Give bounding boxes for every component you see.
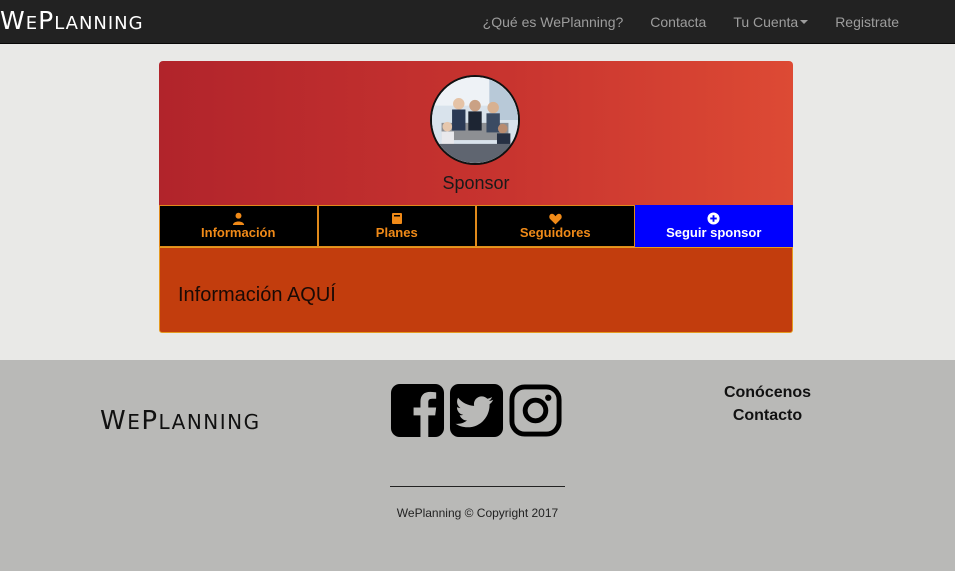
profile-tabs: Información Planes Seguidores Seguir spo… bbox=[159, 205, 793, 247]
twitter-icon[interactable] bbox=[449, 383, 504, 438]
user-icon bbox=[232, 212, 245, 225]
tab-label: Seguidores bbox=[519, 225, 591, 240]
nav-link-label: Tu Cuenta bbox=[733, 14, 799, 30]
tab-planes[interactable]: Planes bbox=[317, 205, 476, 247]
nav-link-label: ¿Qué es WePlanning? bbox=[482, 14, 624, 30]
tab-label: Información bbox=[201, 225, 276, 240]
copyright-text: WePlanning © Copyright 2017 bbox=[396, 506, 559, 520]
footer-brand-logo[interactable]: WEPLANNING bbox=[100, 406, 261, 437]
facebook-icon[interactable] bbox=[390, 383, 445, 438]
brand-letter: LANNING bbox=[54, 13, 144, 34]
book-icon bbox=[391, 212, 403, 225]
nav-links: ¿Qué es WePlanning? Contacta Tu Cuenta R… bbox=[456, 0, 899, 44]
brand-letter: P bbox=[141, 406, 159, 436]
footer-link-contacto[interactable]: Contacto bbox=[690, 404, 845, 427]
tab-label: Planes bbox=[375, 225, 418, 240]
top-navbar: WEPLANNING ¿Qué es WePlanning? Contacta … bbox=[0, 0, 955, 44]
follow-sponsor-button[interactable]: Seguir sponsor bbox=[634, 205, 793, 247]
profile-header: Sponsor bbox=[159, 61, 793, 205]
social-links bbox=[390, 383, 563, 438]
business-meeting-photo bbox=[432, 77, 518, 163]
tab-seguidores[interactable]: Seguidores bbox=[476, 205, 635, 247]
brand-letter: W bbox=[0, 6, 26, 35]
footer-links: Conócenos Contacto bbox=[690, 381, 845, 427]
nav-link-contacta[interactable]: Contacta bbox=[650, 14, 706, 30]
brand-letter: E bbox=[25, 13, 39, 34]
brand-letter: P bbox=[38, 6, 55, 35]
instagram-icon[interactable] bbox=[508, 383, 563, 438]
content-panel: Información AQUÍ bbox=[159, 247, 793, 333]
nav-link-label: Registrate bbox=[835, 14, 899, 30]
nav-dropdown-tu-cuenta[interactable]: Tu Cuenta bbox=[733, 14, 809, 30]
brand-letter: LANNING bbox=[158, 410, 261, 434]
content-title: Información AQUÍ bbox=[178, 284, 336, 306]
profile-name: Sponsor bbox=[442, 173, 510, 193]
nav-link-label: Contacta bbox=[650, 14, 707, 30]
brand-letter: E bbox=[127, 410, 142, 434]
tab-label: Seguir sponsor bbox=[666, 225, 762, 240]
brand-logo[interactable]: WEPLANNING bbox=[0, 6, 144, 36]
footer: WEPLANNING Conócenos Contacto WePlanning… bbox=[0, 360, 955, 571]
tab-informacion[interactable]: Información bbox=[159, 205, 318, 247]
plus-circle-icon bbox=[707, 212, 720, 225]
brand-letter: W bbox=[100, 406, 128, 436]
footer-divider bbox=[390, 486, 565, 487]
heart-icon bbox=[549, 212, 562, 225]
nav-link-que-es[interactable]: ¿Qué es WePlanning? bbox=[483, 14, 624, 30]
profile-avatar bbox=[430, 75, 520, 165]
footer-link-conocenos[interactable]: Conócenos bbox=[690, 381, 845, 404]
nav-link-registrate[interactable]: Registrate bbox=[835, 14, 899, 30]
caret-down-icon bbox=[800, 20, 809, 24]
